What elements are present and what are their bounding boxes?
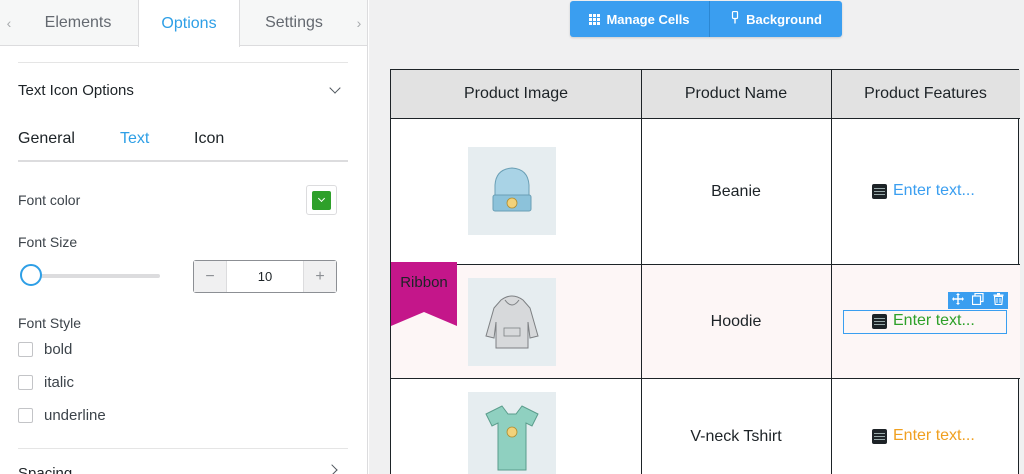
- font-size-slider-track[interactable]: [22, 274, 160, 278]
- duplicate-icon[interactable]: [972, 292, 985, 308]
- checkbox-underline-label[interactable]: underline: [44, 407, 106, 424]
- tshirt-image[interactable]: [468, 392, 556, 474]
- tabs-scroll-left-icon[interactable]: ‹: [0, 0, 18, 46]
- feature-text-beanie[interactable]: Enter text...: [893, 182, 975, 200]
- checkbox-underline-row[interactable]: underline: [18, 406, 106, 424]
- font-size-input[interactable]: 10: [227, 261, 303, 292]
- grid-icon: [589, 13, 601, 25]
- manage-cells-label: Manage Cells: [606, 11, 690, 27]
- checkbox-bold-row[interactable]: bold: [18, 340, 72, 358]
- section-title-text-icon-options[interactable]: Text Icon Options: [18, 82, 134, 99]
- font-size-label: Font Size: [18, 234, 78, 250]
- chevron-down-icon[interactable]: [329, 82, 341, 94]
- cell-product-name-beanie[interactable]: Beanie: [641, 119, 831, 264]
- cell-product-name-tshirt[interactable]: V-neck Tshirt: [641, 379, 831, 474]
- table-toolbar: Manage Cells Background: [570, 1, 842, 37]
- checkbox-bold[interactable]: [18, 341, 33, 357]
- column-divider: [831, 70, 832, 474]
- font-size-slider-thumb[interactable]: [20, 264, 42, 286]
- tab-options[interactable]: Options: [138, 0, 240, 47]
- feature-text-tshirt[interactable]: Enter text...: [893, 427, 975, 445]
- checkbox-underline[interactable]: [18, 407, 33, 423]
- divider: [18, 448, 348, 449]
- font-color-picker[interactable]: [306, 185, 337, 215]
- feature-cell-beanie[interactable]: Enter text...: [872, 182, 975, 200]
- background-label: Background: [746, 11, 822, 27]
- increment-button[interactable]: +: [303, 261, 336, 292]
- subtabs: General Text Icon: [18, 130, 348, 160]
- checkbox-italic[interactable]: [18, 374, 33, 390]
- selected-element-outline: [843, 310, 1007, 334]
- subtab-text[interactable]: Text: [120, 130, 149, 148]
- element-toolbar: [948, 292, 1008, 309]
- options-panel: ‹ Elements Options Settings › Text Icon …: [0, 0, 368, 474]
- beanie-image[interactable]: [468, 147, 556, 235]
- decrement-button[interactable]: −: [194, 261, 227, 292]
- header-product-image[interactable]: Product Image: [391, 70, 641, 118]
- subtab-general[interactable]: General: [18, 130, 75, 148]
- trash-icon[interactable]: [993, 293, 1004, 308]
- list-icon: [872, 428, 887, 444]
- ribbon-badge[interactable]: [391, 262, 457, 326]
- divider: [18, 62, 348, 63]
- tabs-scroll-right-icon[interactable]: ›: [350, 0, 367, 46]
- header-product-name[interactable]: Product Name: [641, 70, 831, 118]
- ribbon-label: Ribbon: [400, 274, 448, 291]
- feature-cell-tshirt[interactable]: Enter text...: [872, 427, 975, 445]
- panel-tabs: ‹ Elements Options Settings ›: [0, 0, 367, 47]
- subtabs-underline: [18, 160, 348, 162]
- color-swatch-fill: [312, 190, 331, 210]
- header-product-features[interactable]: Product Features: [831, 70, 1020, 118]
- subtab-icon[interactable]: Icon: [194, 130, 224, 148]
- list-icon: [872, 183, 887, 199]
- chevron-right-icon[interactable]: [326, 464, 338, 474]
- tab-elements[interactable]: Elements: [18, 0, 138, 46]
- cell-product-name-hoodie[interactable]: Hoodie: [641, 265, 831, 378]
- section-title-spacing[interactable]: Spacing: [18, 465, 72, 474]
- tab-settings[interactable]: Settings: [240, 0, 348, 46]
- checkbox-bold-label[interactable]: bold: [44, 341, 72, 358]
- checkbox-italic-row[interactable]: italic: [18, 373, 74, 391]
- font-style-label: Font Style: [18, 315, 82, 331]
- brush-icon: [730, 10, 740, 27]
- move-icon[interactable]: [952, 293, 965, 308]
- checkbox-italic-label[interactable]: italic: [44, 374, 74, 391]
- manage-cells-button[interactable]: Manage Cells: [570, 1, 710, 37]
- hoodie-image[interactable]: [468, 278, 556, 366]
- background-button[interactable]: Background: [710, 1, 842, 37]
- font-size-stepper: − 10 +: [193, 260, 337, 293]
- chevron-down-icon: [317, 194, 326, 203]
- font-color-label: Font color: [18, 192, 81, 208]
